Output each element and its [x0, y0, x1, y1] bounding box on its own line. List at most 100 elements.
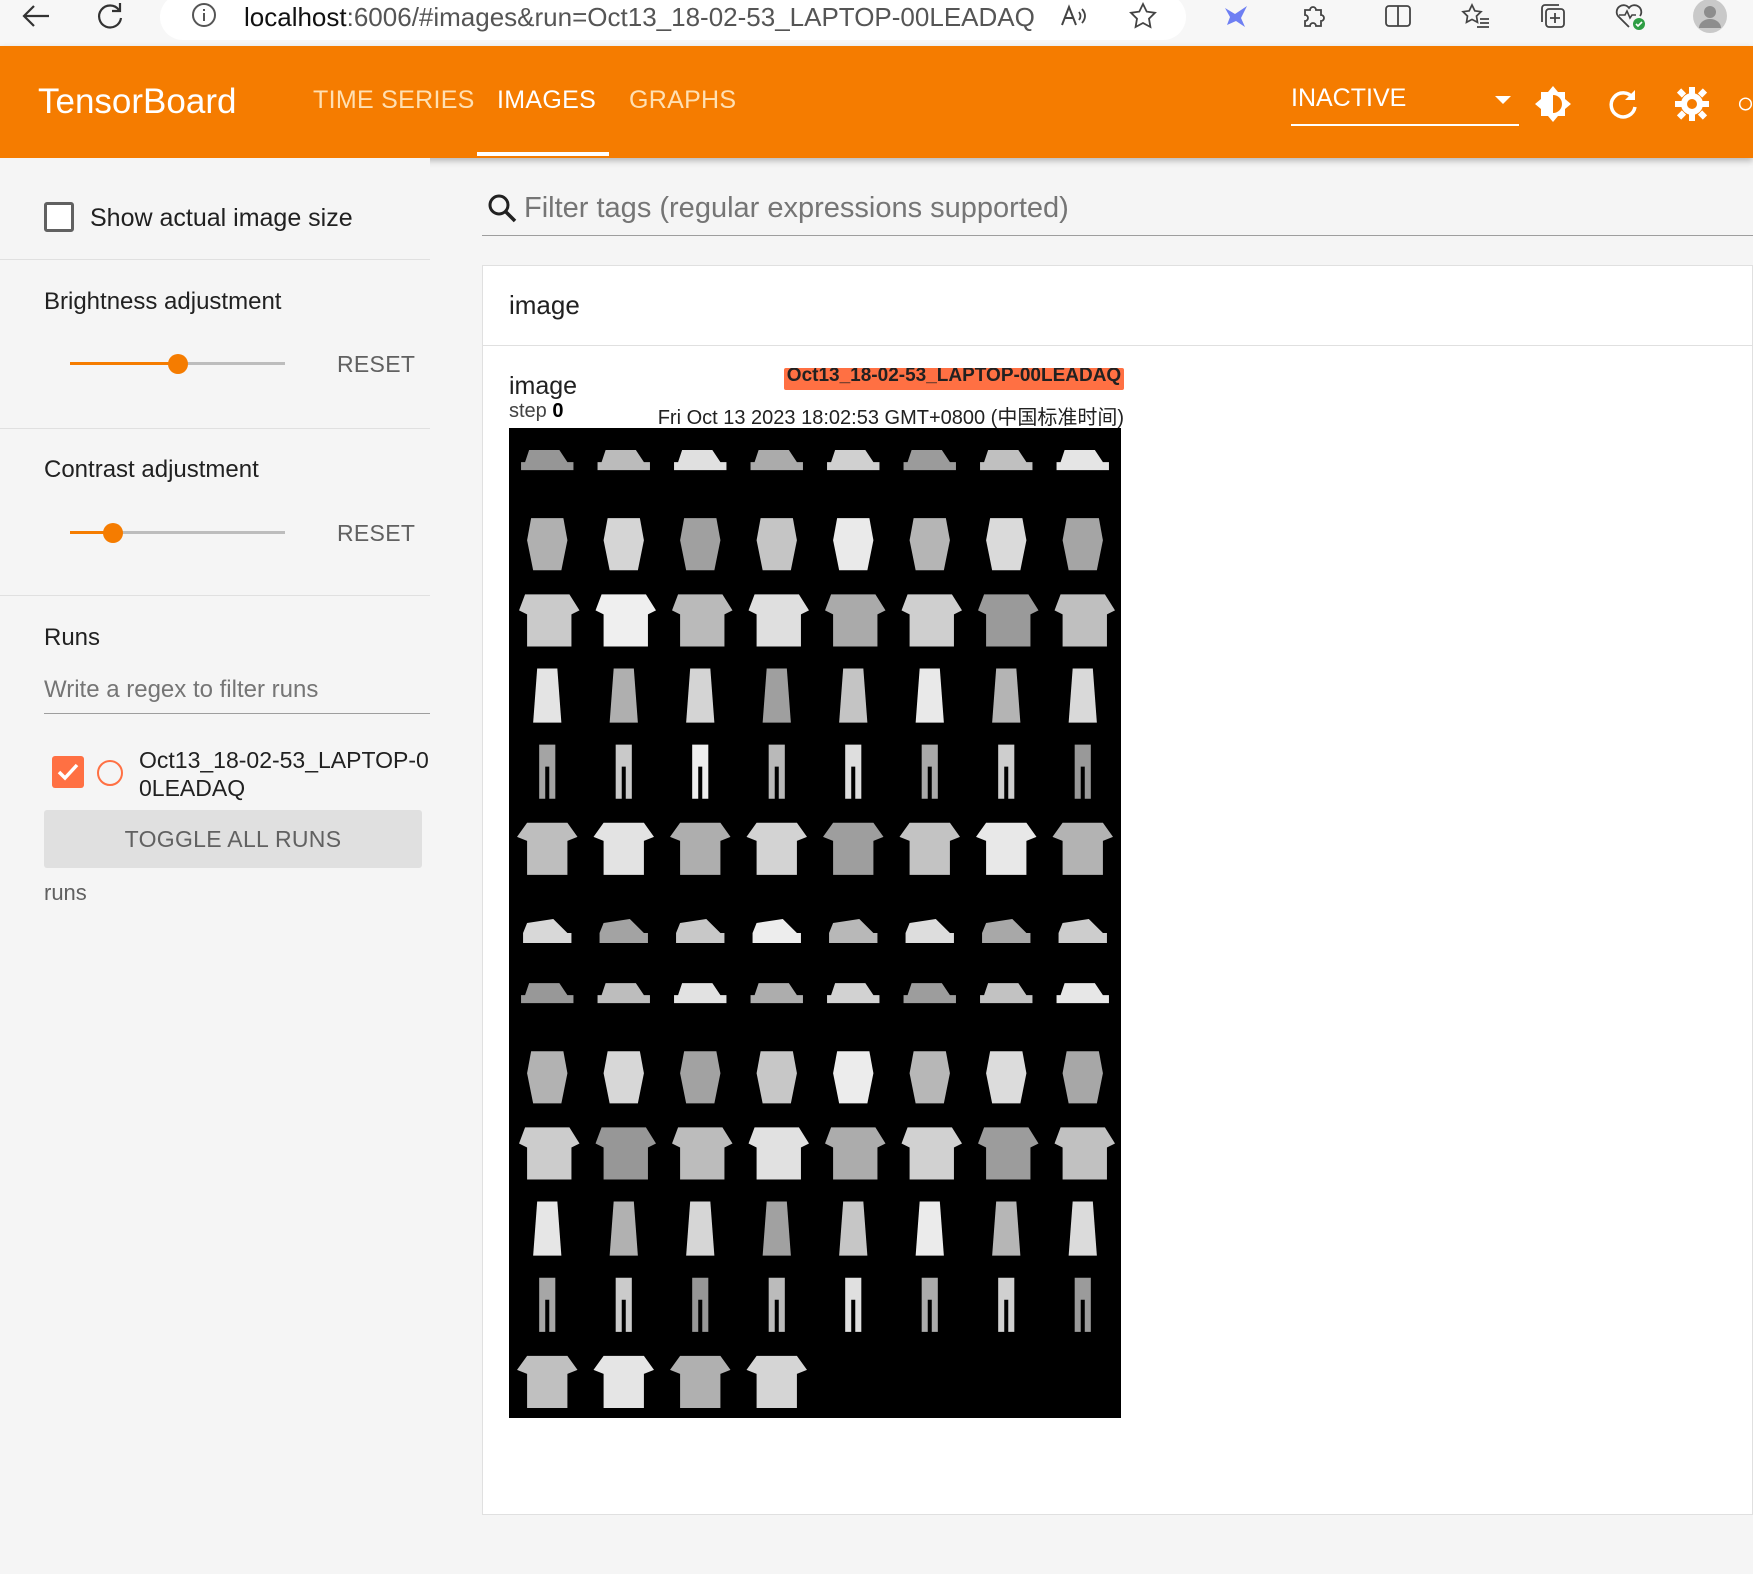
sample-tile — [1068, 668, 1097, 723]
run-checkbox[interactable] — [52, 756, 84, 788]
sample-tile — [748, 594, 809, 647]
sample-tile — [615, 744, 632, 799]
sample-tile — [1056, 450, 1109, 471]
favorites-list-icon[interactable] — [1456, 0, 1496, 32]
sample-tile — [521, 983, 574, 1004]
sample-tile — [915, 668, 944, 723]
contrast-label: Contrast adjustment — [44, 456, 259, 483]
show-actual-size-label: Show actual image size — [90, 204, 353, 232]
sample-tile — [746, 1355, 807, 1408]
sample-tile — [674, 450, 727, 471]
sample-tile — [597, 983, 650, 1004]
sample-tile — [825, 594, 886, 647]
sample-tile — [992, 1201, 1021, 1256]
help-icon[interactable] — [1738, 82, 1753, 126]
runs-title: Runs — [44, 624, 101, 651]
brightness-reset-button[interactable]: RESET — [337, 351, 415, 378]
run-color-picker[interactable] — [97, 760, 123, 786]
sample-tile — [839, 668, 868, 723]
sample-tile — [676, 918, 725, 944]
tag-filter[interactable]: Filter tags (regular expressions support… — [482, 186, 1753, 236]
collections-icon[interactable] — [1533, 0, 1573, 32]
sample-tile — [674, 983, 727, 1004]
sample-tile — [1054, 1127, 1115, 1180]
plugin-select[interactable]: INACTIVE — [1291, 84, 1519, 126]
sample-tile — [595, 594, 656, 647]
run-name: Oct13_18-02-53_LAPTOP-00LEADAQ — [139, 747, 429, 801]
toggle-all-runs-button[interactable]: TOGGLE ALL RUNS — [44, 810, 422, 868]
sample-tile — [1068, 1201, 1097, 1256]
sample-tile — [523, 918, 572, 944]
sample-tile — [517, 1355, 578, 1408]
extension-bird-icon[interactable] — [1216, 0, 1256, 32]
sample-tile — [901, 1127, 962, 1180]
sample-tile — [909, 1051, 950, 1104]
sample-tile — [686, 668, 715, 723]
sample-tile — [670, 822, 731, 875]
sample-tile — [768, 744, 785, 799]
sample-image-grid[interactable] — [509, 428, 1121, 1418]
sample-tile — [593, 822, 654, 875]
sample-tile — [680, 518, 721, 571]
sample-tile — [748, 1127, 809, 1180]
extensions-puzzle-icon[interactable] — [1293, 0, 1333, 32]
address-bar[interactable]: localhost:6006/#images&run=Oct13_18-02-5… — [160, 0, 1186, 40]
refresh-icon[interactable] — [88, 0, 132, 32]
tab-graphs[interactable]: GRAPHS — [629, 86, 736, 115]
sample-tile — [905, 918, 954, 944]
sample-tile — [527, 518, 568, 571]
tab-images[interactable]: IMAGES — [497, 86, 596, 115]
sidebar: Show actual image size Brightness adjust… — [0, 158, 430, 1574]
runs-caption: runs — [44, 880, 87, 905]
sample-tile — [752, 918, 801, 944]
image-tag-name: image — [509, 372, 578, 400]
sample-tile — [762, 668, 791, 723]
back-icon[interactable] — [14, 0, 58, 32]
sample-tile — [519, 594, 580, 647]
brand-title[interactable]: TensorBoard — [38, 82, 236, 122]
runs-filter-input[interactable]: Write a regex to filter runs — [44, 668, 430, 714]
sample-tile — [827, 450, 880, 471]
brightness-slider-thumb[interactable] — [167, 354, 188, 374]
reload-icon[interactable] — [1601, 82, 1645, 126]
sample-tile — [998, 1277, 1015, 1332]
sample-tile — [768, 1277, 785, 1332]
sample-tile — [533, 1201, 562, 1256]
sample-tile — [829, 918, 878, 944]
chevron-down-icon — [1495, 96, 1511, 104]
sample-tile — [980, 983, 1033, 1004]
sample-tile — [756, 518, 797, 571]
sample-tile — [845, 744, 862, 799]
card-header[interactable]: image — [483, 266, 1753, 346]
browser-health-icon[interactable] — [1610, 0, 1650, 32]
tag-filter-input[interactable]: Filter tags (regular expressions support… — [524, 192, 1069, 225]
split-screen-icon[interactable] — [1378, 0, 1418, 32]
app-header: TensorBoard TIME SERIES IMAGES GRAPHS IN… — [0, 46, 1753, 158]
sample-tile — [980, 450, 1033, 471]
sample-tile — [692, 1277, 709, 1332]
read-aloud-icon[interactable] — [1054, 0, 1094, 32]
sample-tile — [998, 744, 1015, 799]
sample-tile — [978, 594, 1039, 647]
sample-tile — [921, 744, 938, 799]
profile-avatar-icon[interactable] — [1690, 0, 1730, 33]
sample-tile — [539, 744, 556, 799]
sample-tile — [692, 744, 709, 799]
plugin-select-value: INACTIVE — [1291, 84, 1407, 112]
sample-tile — [595, 1127, 656, 1180]
settings-gear-icon[interactable] — [1670, 82, 1714, 126]
show-actual-size-checkbox[interactable] — [44, 202, 74, 232]
tab-time-series[interactable]: TIME SERIES — [313, 86, 475, 115]
sample-tile — [670, 1355, 731, 1408]
sample-tile — [978, 1127, 1039, 1180]
sample-tile — [603, 518, 644, 571]
sample-tile — [1062, 518, 1103, 571]
contrast-reset-button[interactable]: RESET — [337, 520, 415, 547]
sample-tile — [827, 983, 880, 1004]
info-icon[interactable] — [190, 1, 218, 34]
contrast-slider-thumb[interactable] — [103, 523, 123, 543]
sample-tile — [686, 1201, 715, 1256]
favorite-star-icon[interactable] — [1123, 0, 1163, 32]
sample-tile — [1074, 1277, 1091, 1332]
theme-toggle-icon[interactable] — [1531, 82, 1575, 126]
